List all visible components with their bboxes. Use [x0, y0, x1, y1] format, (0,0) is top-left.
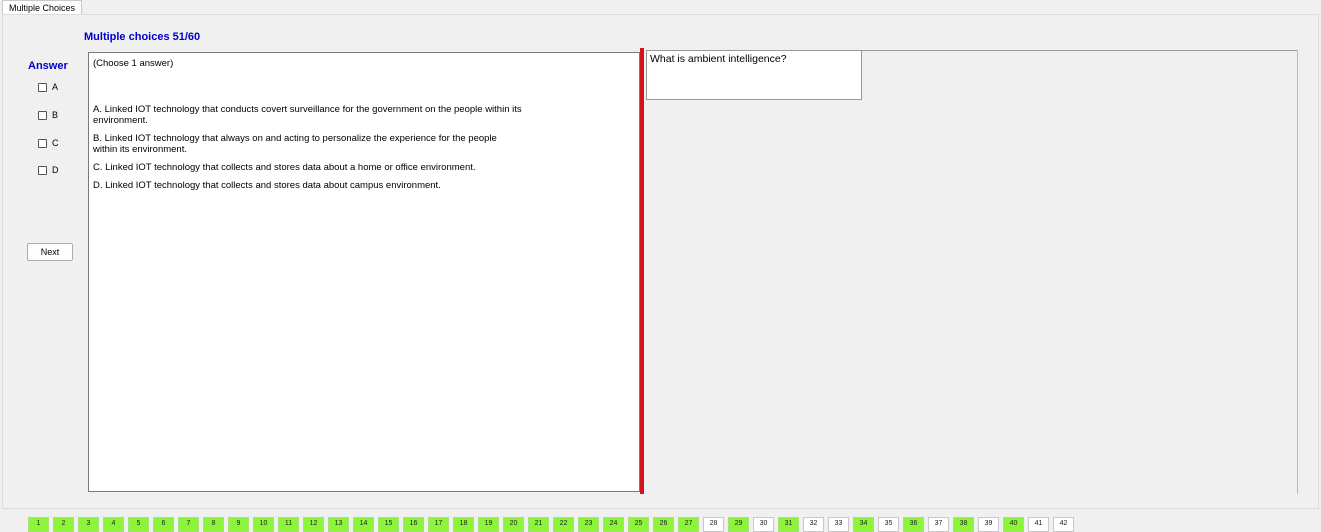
question-nav-button[interactable]: 8	[203, 517, 224, 532]
question-nav-button[interactable]: 11	[278, 517, 299, 532]
instruction-text: (Choose 1 answer)	[93, 58, 174, 69]
question-nav-button[interactable]: 32	[803, 517, 824, 532]
question-nav-button[interactable]: 36	[903, 517, 924, 532]
question-nav-button[interactable]: 10	[253, 517, 274, 532]
question-nav-button[interactable]: 16	[403, 517, 424, 532]
question-nav-button[interactable]: 25	[628, 517, 649, 532]
choice-text-c: C. Linked IOT technology that collects a…	[93, 162, 476, 173]
splitter[interactable]	[640, 48, 644, 494]
question-nav-button[interactable]: 41	[1028, 517, 1049, 532]
question-nav-button[interactable]: 6	[153, 517, 174, 532]
question-nav-button[interactable]: 42	[1053, 517, 1074, 532]
question-nav-button[interactable]: 39	[978, 517, 999, 532]
question-nav-button[interactable]: 29	[728, 517, 749, 532]
next-button[interactable]: Next	[27, 243, 73, 261]
question-nav-button[interactable]: 23	[578, 517, 599, 532]
right-panel-top-border	[862, 50, 1298, 51]
question-nav-button[interactable]: 14	[353, 517, 374, 532]
question-nav-button[interactable]: 15	[378, 517, 399, 532]
checkbox-a[interactable]	[38, 82, 47, 92]
question-nav-button[interactable]: 12	[303, 517, 324, 532]
right-panel-border	[1297, 50, 1298, 494]
option-label-a: A	[52, 82, 59, 92]
checkbox-d[interactable]	[38, 165, 47, 175]
question-nav-button[interactable]: 33	[828, 517, 849, 532]
question-nav-bar: 1 2 3 4 5 6 7 8 9 10 11 12 13 14 15 16 17 18 19 20 21 22 23 24 2…	[28, 517, 1078, 532]
question-nav-button[interactable]: 13	[328, 517, 349, 532]
question-nav-button[interactable]: 18	[453, 517, 474, 532]
question-nav-button[interactable]: 24	[603, 517, 624, 532]
question-nav-button[interactable]: 37	[928, 517, 949, 532]
question-nav-button[interactable]: 4	[103, 517, 124, 532]
question-nav-button[interactable]: 3	[78, 517, 99, 532]
checkbox-b[interactable]	[38, 110, 47, 120]
answer-option-c[interactable]: C	[38, 136, 59, 150]
answer-option-b[interactable]: B	[38, 108, 58, 122]
option-label-d: D	[52, 165, 59, 175]
question-nav-button[interactable]: 27	[678, 517, 699, 532]
question-nav-button[interactable]: 21	[528, 517, 549, 532]
answer-option-a[interactable]: A	[38, 80, 58, 94]
question-nav-button[interactable]: 1	[28, 517, 49, 532]
question-nav-button[interactable]: 26	[653, 517, 674, 532]
question-nav-button[interactable]: 5	[128, 517, 149, 532]
question-nav-button[interactable]: 22	[553, 517, 574, 532]
option-label-b: B	[52, 110, 59, 120]
question-nav-button[interactable]: 2	[53, 517, 74, 532]
question-nav-button[interactable]: 35	[878, 517, 899, 532]
question-nav-button[interactable]: 38	[953, 517, 974, 532]
question-nav-button[interactable]: 19	[478, 517, 499, 532]
choices-text-area[interactable]: (Choose 1 answer) A. Linked IOT technolo…	[88, 52, 640, 492]
question-text: What is ambient intelligence?	[646, 50, 862, 100]
checkbox-c[interactable]	[38, 138, 47, 148]
option-label-c: C	[52, 138, 59, 148]
answer-option-d[interactable]: D	[38, 163, 59, 177]
question-nav-button[interactable]: 34	[853, 517, 874, 532]
tab-multiple-choices[interactable]: Multiple Choices	[2, 0, 83, 15]
question-nav-button[interactable]: 17	[428, 517, 449, 532]
question-nav-button[interactable]: 30	[753, 517, 774, 532]
choice-text-b: B. Linked IOT technology that always on …	[93, 133, 497, 155]
page-title: Multiple choices 51/60	[84, 31, 201, 43]
question-nav-button[interactable]: 20	[503, 517, 524, 532]
question-nav-button[interactable]: 40	[1003, 517, 1024, 532]
question-nav-button[interactable]: 7	[178, 517, 199, 532]
question-nav-button[interactable]: 31	[778, 517, 799, 532]
answer-label: Answer	[28, 60, 68, 72]
choice-text-a: A. Linked IOT technology that conducts c…	[93, 104, 522, 126]
question-nav-button[interactable]: 28	[703, 517, 724, 532]
choice-text-d: D. Linked IOT technology that collects a…	[93, 180, 441, 191]
question-nav-button[interactable]: 9	[228, 517, 249, 532]
